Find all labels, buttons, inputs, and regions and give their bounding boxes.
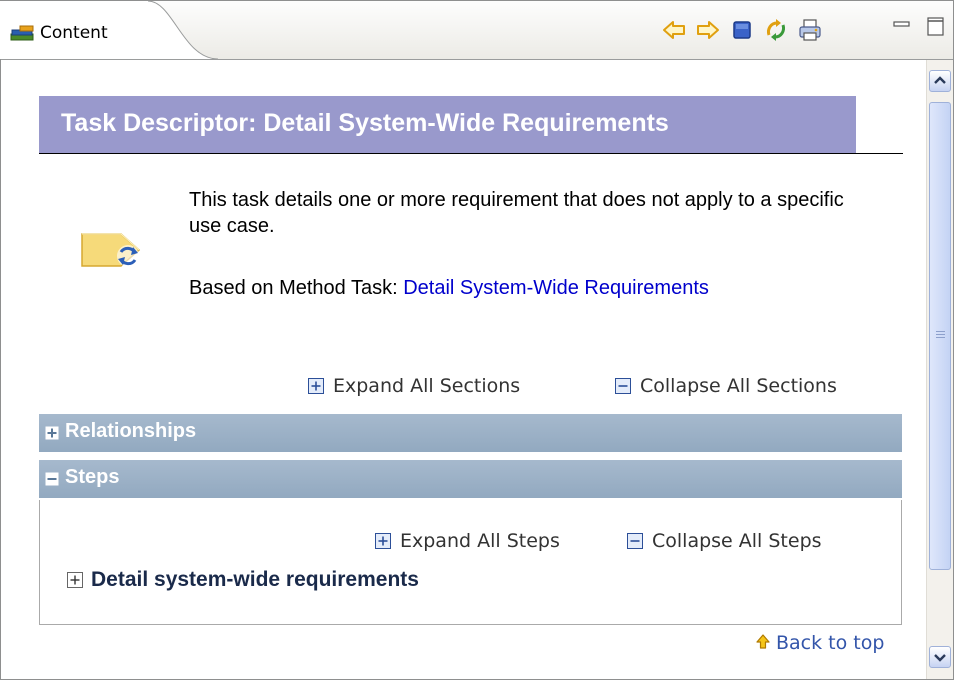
content-tab-label: Content [40,23,108,43]
view-tab-bar: Content [0,1,953,60]
plus-icon [45,426,59,440]
back-to-top-label: Back to top [776,632,885,654]
minus-icon [45,472,59,486]
chevron-down-icon [934,654,946,662]
task-description: This task details one or more requiremen… [189,189,844,237]
collapse-icon [627,533,643,549]
expand-all-sections-label: Expand All Sections [333,375,521,397]
step-label: Detail system-wide requirements [91,568,419,591]
print-icon[interactable] [797,17,823,43]
minimize-icon[interactable] [891,13,913,35]
collapse-all-sections-label: Collapse All Sections [640,375,837,397]
steps-section-header[interactable]: Steps [39,460,902,498]
back-arrow-icon[interactable] [661,17,687,43]
content-tab[interactable]: Content [0,1,149,59]
collapse-all-steps-label: Collapse All Steps [652,530,822,552]
expand-icon [67,572,83,588]
chevron-up-icon [934,76,946,84]
step-item[interactable]: Detail system-wide requirements [67,568,419,592]
collapse-icon [615,378,631,394]
content-area: Task Descriptor: Detail System-Wide Requ… [1,60,926,679]
expand-icon [308,378,324,394]
collapse-all-steps-link[interactable]: Collapse All Steps [627,530,822,552]
task-descriptor-icon [81,233,141,267]
method-task-link[interactable]: Detail System-Wide Requirements [403,277,709,299]
back-to-top-link[interactable]: Back to top [756,632,884,654]
expand-all-sections-link[interactable]: Expand All Sections [308,375,520,397]
collapse-all-sections-link[interactable]: Collapse All Sections [615,375,837,397]
stop-icon[interactable] [729,17,755,43]
page-title: Task Descriptor: Detail System-Wide Requ… [61,109,669,137]
relationships-label: Relationships [65,420,197,442]
up-arrow-icon [756,634,770,649]
based-on-label: Based on Method Task: [189,277,404,299]
scroll-up-button[interactable] [929,70,951,92]
steps-section-body [39,500,902,625]
page-title-banner: Task Descriptor: Detail System-Wide Requ… [39,96,856,153]
steps-label: Steps [65,466,120,488]
scroll-thumb[interactable] [929,102,951,570]
relationships-section-header[interactable]: Relationships [39,414,902,452]
title-divider [39,153,903,154]
based-on-method-task: Based on Method Task: Detail System-Wide… [189,273,809,303]
vertical-scrollbar[interactable] [926,60,953,679]
thumb-grip [936,334,945,335]
content-icon [10,25,34,41]
scroll-down-button[interactable] [929,646,951,668]
tab-edge [148,1,218,59]
content-view: Content Task Descriptor: Detail System-W… [0,0,954,680]
sync-icon[interactable] [763,17,789,43]
expand-icon [375,533,391,549]
thumb-grip [936,337,945,338]
expand-all-steps-label: Expand All Steps [400,530,560,552]
thumb-grip [936,331,945,332]
expand-all-steps-link[interactable]: Expand All Steps [375,530,560,552]
maximize-icon[interactable] [925,13,947,39]
forward-arrow-icon[interactable] [695,17,721,43]
